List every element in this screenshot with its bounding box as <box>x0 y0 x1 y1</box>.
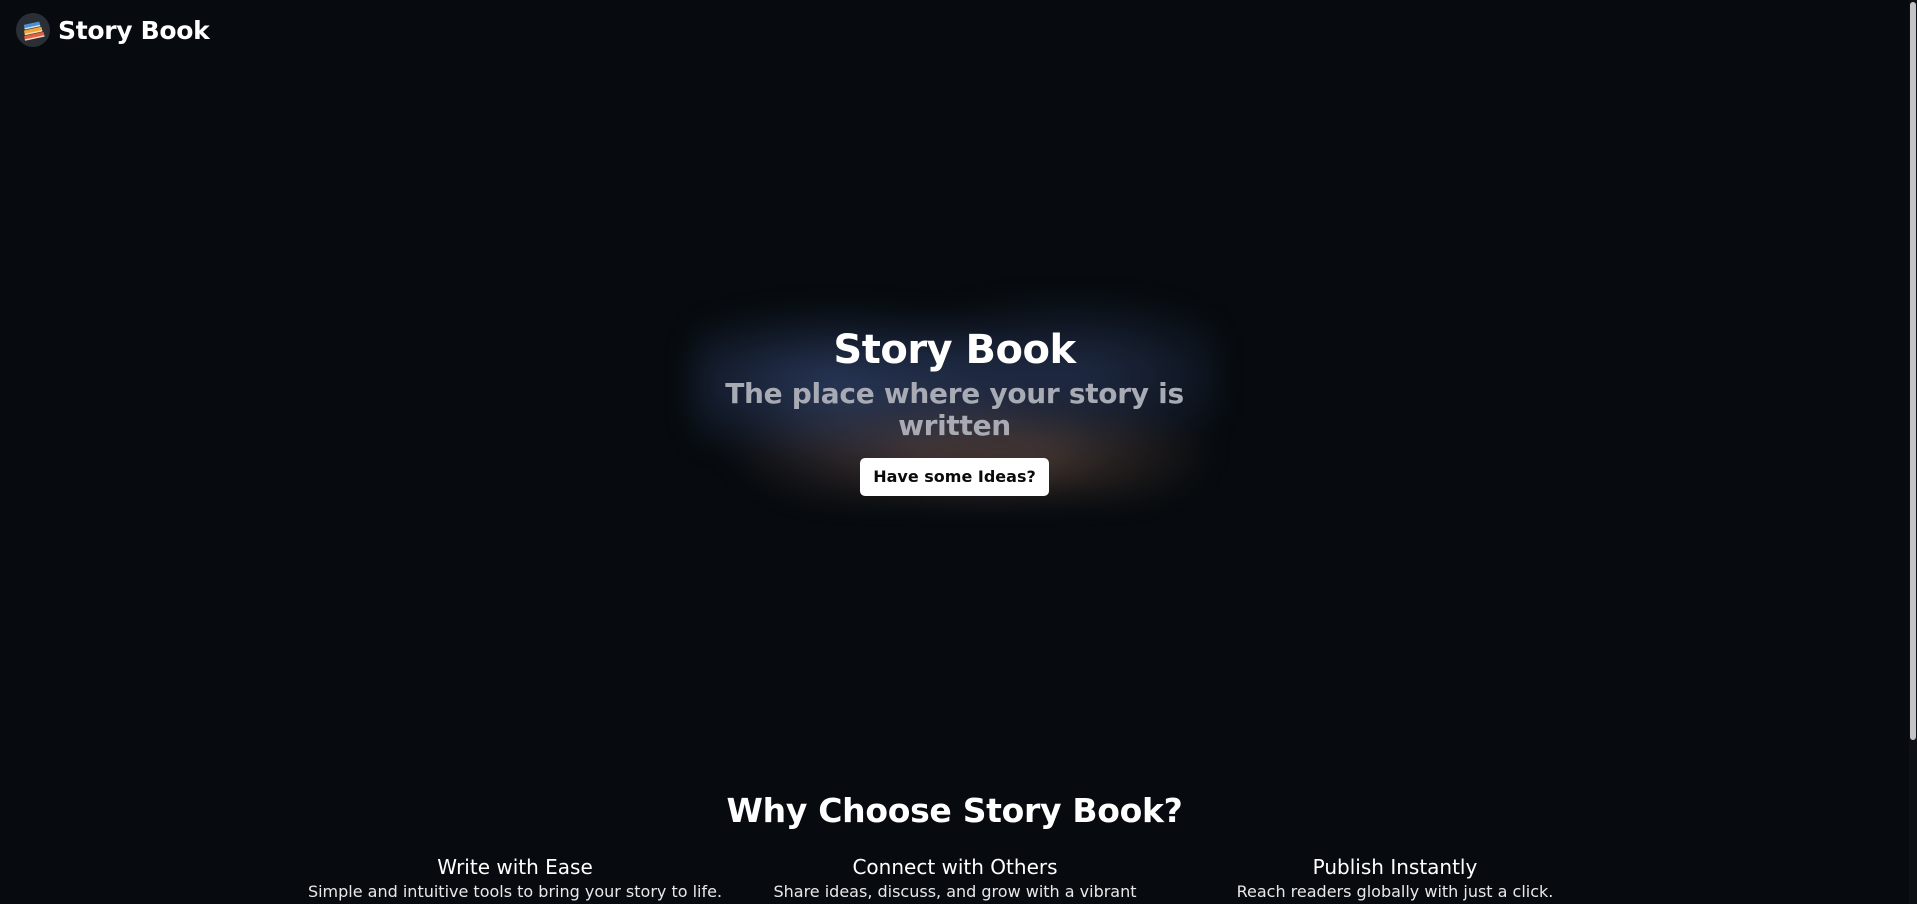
have-some-ideas-button[interactable]: Have some Ideas? <box>860 458 1049 496</box>
site-header[interactable]: Story Book <box>16 13 210 47</box>
feature-text: Simple and intuitive tools to bring your… <box>307 882 723 901</box>
feature-connect-with-others: Connect with Others Share ideas, discuss… <box>735 853 1175 903</box>
page: Story Book Story Book The place where yo… <box>0 0 1917 904</box>
feature-text: Reach readers globally with just a click… <box>1236 882 1554 901</box>
feature-title: Connect with Others <box>852 855 1058 879</box>
stack-of-books-icon <box>16 13 50 47</box>
features-heading: Why Choose Story Book? <box>726 791 1183 830</box>
hero-section: Story Book The place where your story is… <box>692 322 1217 496</box>
hero-subtitle: The place where your story is written <box>725 377 1184 442</box>
feature-write-with-ease: Write with Ease Simple and intuitive too… <box>295 853 735 903</box>
hero-title: Story Book <box>833 327 1076 373</box>
feature-title: Publish Instantly <box>1312 855 1478 879</box>
brand-name[interactable]: Story Book <box>58 16 210 45</box>
feature-text: Share ideas, discuss, and grow with a vi… <box>773 882 1137 901</box>
vertical-scrollbar[interactable] <box>1909 0 1917 904</box>
feature-title: Write with Ease <box>437 855 593 879</box>
scrollbar-thumb[interactable] <box>1910 2 1916 740</box>
feature-publish-instantly: Publish Instantly Reach readers globally… <box>1175 853 1615 903</box>
